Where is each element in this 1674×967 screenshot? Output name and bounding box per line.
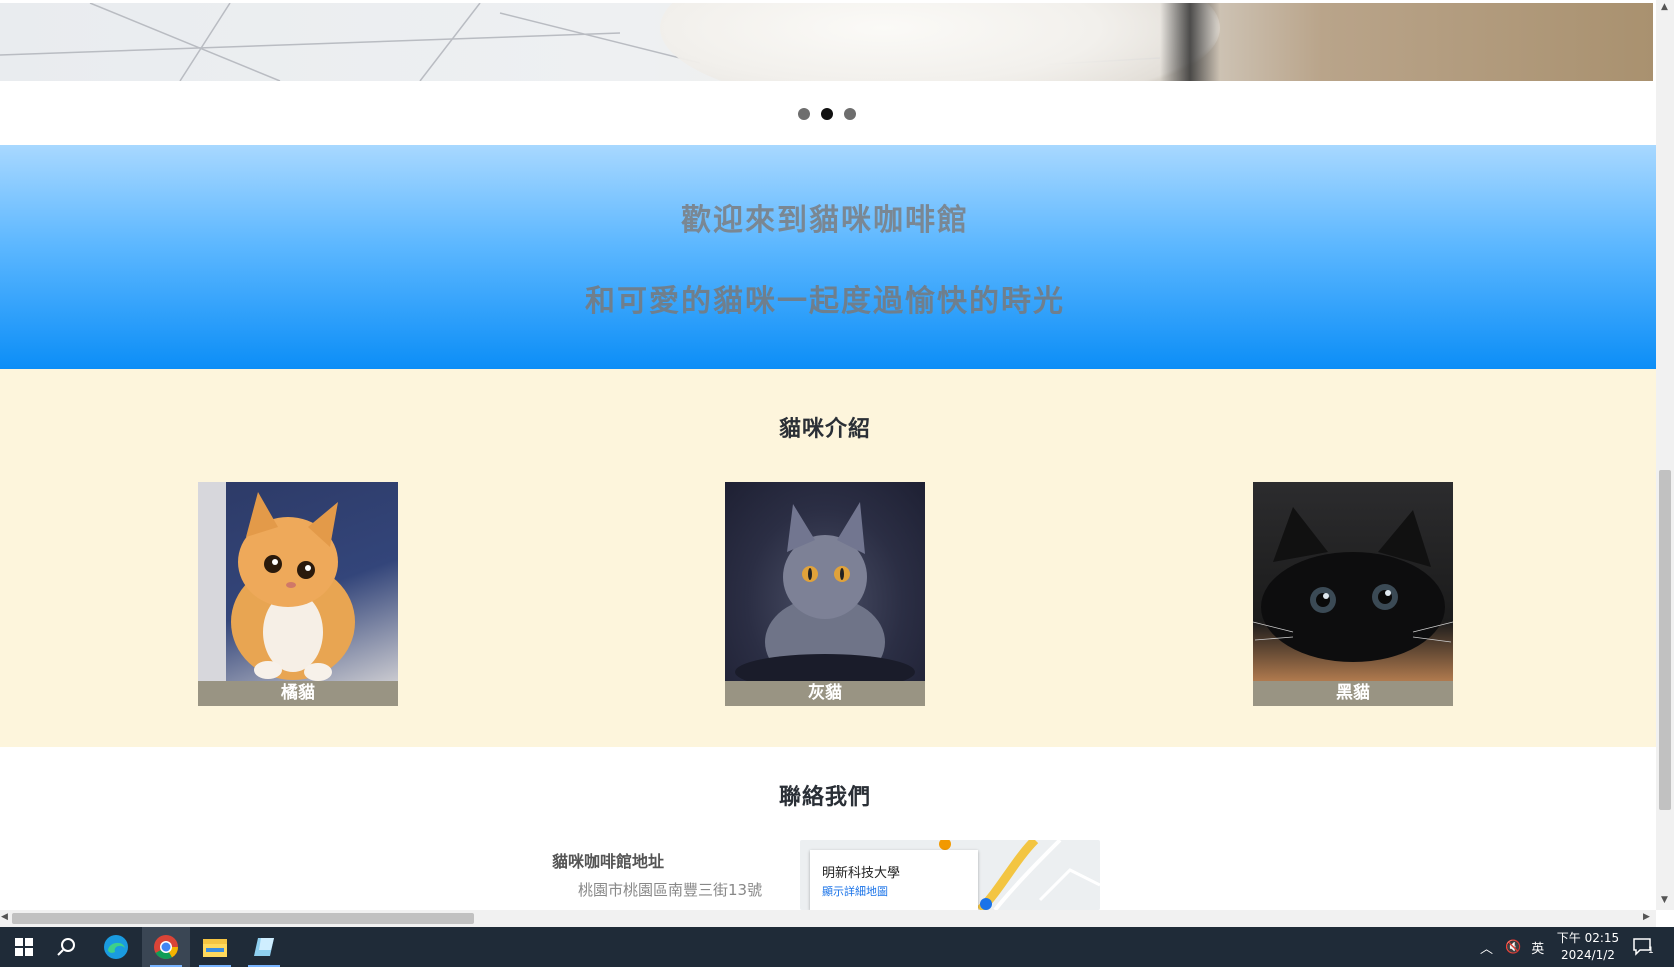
map-info-card: 明新科技大學 顯示詳細地圖 <box>810 850 978 910</box>
grey-cat-photo <box>725 482 925 681</box>
clock-time: 下午 02:15 <box>1556 931 1620 945</box>
cat-card-grey[interactable]: 灰貓 <box>725 482 925 706</box>
start-button[interactable] <box>0 927 48 967</box>
ime-indicator[interactable]: 英 <box>1531 938 1544 957</box>
search-icon <box>57 938 75 956</box>
app-taskbar-button[interactable] <box>240 927 288 967</box>
cat-card-label: 黑貓 <box>1336 683 1370 703</box>
system-clock[interactable]: 下午 02:15 2024/1/2 <box>1548 930 1628 964</box>
cat-card-label: 灰貓 <box>808 683 842 703</box>
hero-carousel-image[interactable] <box>0 3 1653 81</box>
address-label: 貓咪咖啡館地址 <box>552 852 665 871</box>
welcome-banner: 歡迎來到貓咪咖啡館 和可愛的貓咪一起度過愉快的時光 <box>0 145 1656 369</box>
chrome-taskbar-button[interactable] <box>142 927 190 967</box>
folder-icon <box>203 939 227 957</box>
speaker-muted-icon[interactable]: 🔇 <box>1505 940 1521 955</box>
carousel-indicators <box>0 108 1653 120</box>
system-tray: ︿ 🔇 英 <box>1480 927 1544 967</box>
contact-section-title: 聯絡我們 <box>778 785 871 810</box>
map-place-name: 明新科技大學 <box>822 866 901 881</box>
notification-count-badge: 1 <box>1648 946 1654 956</box>
scroll-down-arrow-icon[interactable]: ▼ <box>1661 895 1668 905</box>
clock-date: 2024/1/2 <box>1561 948 1615 962</box>
embedded-map[interactable]: 明新科技大學 顯示詳細地圖 <box>800 840 1100 910</box>
chrome-browser-icon <box>154 935 178 960</box>
web-page: 歡迎來到貓咪咖啡館 和可愛的貓咪一起度過愉快的時光 貓咪介紹 橘貓 灰貓 黑貓 … <box>0 0 1656 910</box>
cat-card-label: 橘貓 <box>281 683 315 703</box>
taskbar: ︿ 🔇 英 下午 02:15 2024/1/2 1 <box>0 927 1674 967</box>
carousel-dot-3[interactable] <box>843 108 856 120</box>
edge-taskbar-button[interactable] <box>92 927 140 967</box>
cat-card-black[interactable]: 黑貓 <box>1253 482 1453 706</box>
welcome-title: 歡迎來到貓咪咖啡館 <box>681 203 969 238</box>
orange-cat-photo <box>198 482 398 681</box>
cats-section-title: 貓咪介紹 <box>778 417 871 442</box>
scroll-left-arrow-icon[interactable]: ◀ <box>1 912 8 922</box>
horizontal-scroll-thumb[interactable] <box>12 913 474 924</box>
vertical-scrollbar[interactable]: ▲ ▼ <box>1656 0 1674 910</box>
cats-section: 貓咪介紹 橘貓 灰貓 黑貓 <box>0 369 1656 747</box>
welcome-subtitle: 和可愛的貓咪一起度過愉快的時光 <box>585 284 1065 319</box>
file-explorer-taskbar-button[interactable] <box>191 927 239 967</box>
scroll-up-arrow-icon[interactable]: ▲ <box>1661 2 1668 12</box>
scroll-right-arrow-icon[interactable]: ▶ <box>1643 912 1650 922</box>
cat-fur-shadow <box>1160 3 1220 81</box>
map-details-link[interactable]: 顯示詳細地圖 <box>822 883 888 899</box>
black-cat-photo <box>1253 482 1453 681</box>
horizontal-scrollbar[interactable]: ◀ ▶ <box>0 910 1656 927</box>
search-button[interactable] <box>42 927 90 967</box>
black-cat-illustration <box>1253 507 1453 662</box>
address-value: 桃園市桃園區南豐三街13號 <box>578 881 763 899</box>
cat-card-orange[interactable]: 橘貓 <box>198 482 398 706</box>
notification-center-button[interactable]: 1 <box>1622 927 1664 967</box>
carousel-dot-1[interactable] <box>797 108 810 120</box>
vertical-scroll-thumb[interactable] <box>1659 470 1671 810</box>
notepad-app-icon <box>254 938 274 956</box>
cat-paw-image <box>660 3 1220 81</box>
windows-logo-icon <box>15 938 33 956</box>
grey-cat-illustration <box>735 502 915 681</box>
orange-cat-illustration <box>198 482 355 681</box>
carousel-dot-2[interactable] <box>820 108 833 120</box>
tray-overflow-chevron-icon[interactable]: ︿ <box>1480 938 1493 957</box>
edge-browser-icon <box>104 935 128 959</box>
